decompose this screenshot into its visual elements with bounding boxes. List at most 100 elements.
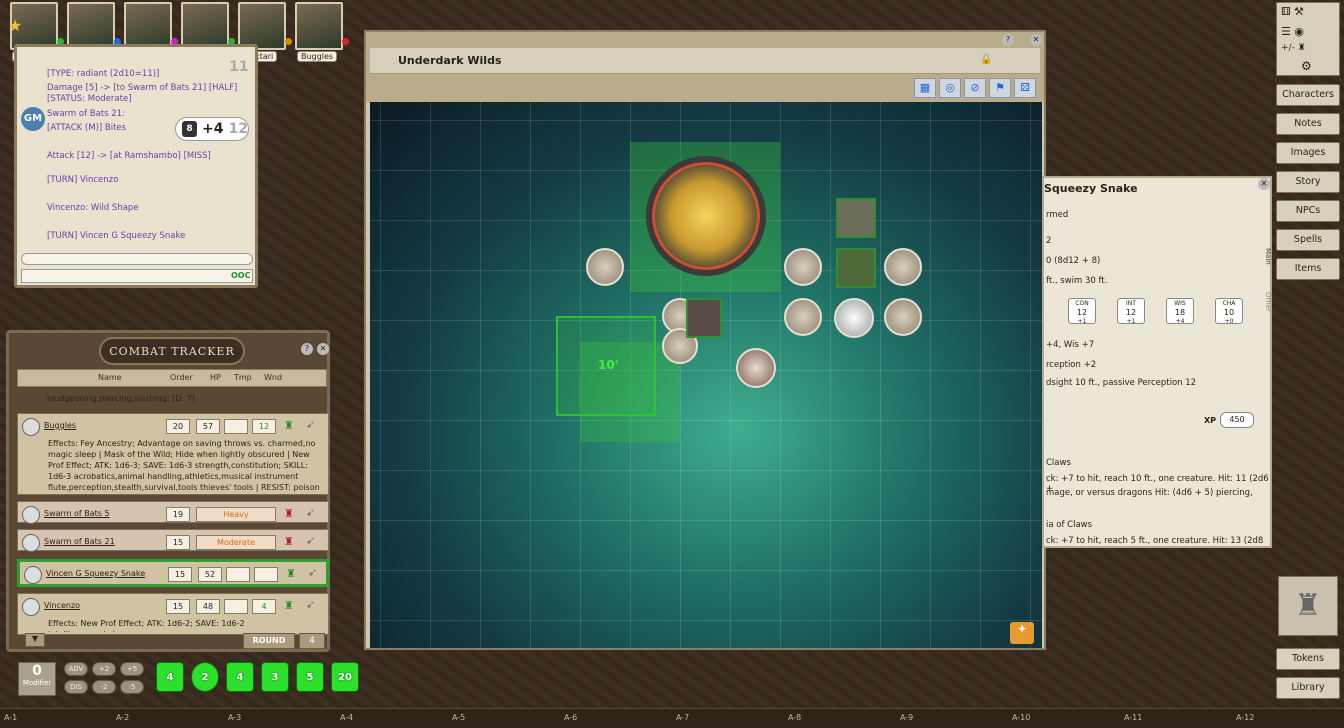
round-value[interactable]: 4 [299,633,325,649]
options-icon[interactable]: ☰ ◉ [1281,25,1304,38]
bat-swarm-token[interactable] [884,248,922,286]
sidebar-npcs[interactable]: NPCs [1276,200,1340,222]
ability-score[interactable]: CHA 10 +0 [1215,298,1243,325]
tracker-name[interactable]: Swarm of Bats 5 [44,509,110,518]
d4-icon[interactable]: 4 [156,662,184,692]
d12-icon[interactable]: 5 [296,662,324,692]
chat-entry[interactable] [21,269,253,283]
character-token[interactable] [736,348,776,388]
hp-field[interactable]: 57 [196,419,220,434]
d20-icon[interactable]: 20 [331,662,359,692]
character-token[interactable] [686,298,722,338]
squeezy-snake-token[interactable] [646,156,766,276]
faction-icon[interactable]: ♜ [284,507,294,520]
modifier-icon[interactable]: +/- ♜ [1281,43,1306,53]
wounds-field[interactable]: 12 [252,419,276,434]
party-member[interactable]: Buggles [295,2,349,62]
ooc-toggle[interactable]: OOC [231,271,250,280]
close-icon[interactable]: ✕ [1030,34,1042,46]
ability-score[interactable]: CON 12 +1 [1068,298,1096,325]
init-order[interactable]: 20 [166,419,190,434]
chat-message: Damage [5] -> [to Swarm of Bats 21] [HAL… [47,83,238,104]
bat-swarm-token[interactable] [884,298,922,336]
target-icon[interactable]: ➹ [308,566,317,579]
character-token[interactable] [836,248,876,288]
tracker-name[interactable]: Vincen G Squeezy Snake [46,569,145,578]
tracker-row[interactable]: Vincenzo 15 48 4 ♜ ➹ Effects: New Prof Effect;… [17,593,329,635]
sidebar-spells[interactable]: Spells [1276,229,1340,251]
faction-icon[interactable]: ♜ [286,567,296,580]
mod-button[interactable]: -5 [120,680,144,694]
character-token[interactable] [834,298,874,338]
no-targeting-icon[interactable]: ⊘ [964,78,986,98]
sidebar-images[interactable]: Images [1276,142,1340,164]
target-icon[interactable]: ➹ [306,506,315,519]
tower-icon[interactable]: ♜ [1278,576,1338,636]
hp-field[interactable]: 52 [198,567,222,582]
tmp-field[interactable] [224,419,248,434]
sidebar-items[interactable]: Items [1276,258,1340,280]
mod-button[interactable]: +5 [120,662,144,676]
sidebar-story[interactable]: Story [1276,171,1340,193]
dice-tools-icon[interactable]: ⚅ ⚒ [1281,5,1304,18]
bat-swarm-token[interactable] [784,298,822,336]
faction-icon[interactable]: ♜ [284,535,294,548]
modifier-box[interactable]: 0 Modifier [18,662,56,696]
flag-icon[interactable]: ⚑ [989,78,1011,98]
close-icon[interactable]: ✕ [317,343,329,355]
bat-swarm-token[interactable] [586,248,624,286]
tracker-row[interactable]: Swarm of Bats 5 19 Heavy ♜ ➹ [17,501,329,524]
map-canvas[interactable]: 10' ✦ [370,102,1042,648]
sidebar-library[interactable]: Library [1276,677,1340,699]
ability-score[interactable]: INT 12 +1 [1117,298,1145,325]
target-icon[interactable]: ➹ [306,598,315,611]
lock-icon[interactable]: 🔒 [980,54,992,65]
d6-icon[interactable]: 2 [191,662,219,692]
tracker-row[interactable]: Swarm of Bats 21 15 Moderate ♜ ➹ [17,529,329,552]
wounds-field[interactable]: 4 [252,599,276,614]
bat-swarm-token[interactable] [784,248,822,286]
map-toolbar: ▦ ◎ ⊘ ⚑ ⚄ [914,78,1036,98]
gear-icon[interactable]: ⚙ [1301,59,1312,73]
d8-icon[interactable]: 4 [226,662,254,692]
close-icon[interactable]: ✕ [1258,178,1270,190]
grid-icon[interactable]: ▦ [914,78,936,98]
sidebar-characters[interactable]: Characters [1276,84,1340,106]
tmp-field[interactable] [224,599,248,614]
init-order[interactable]: 15 [166,535,190,550]
dice-icon[interactable]: ⚄ [1014,78,1036,98]
ability-score[interactable]: WIS 18 +4 [1166,298,1194,325]
target-icon[interactable]: ➹ [306,418,315,431]
wounds-field[interactable] [254,567,278,582]
init-order[interactable]: 19 [166,507,190,522]
d10-icon[interactable]: 3 [261,662,289,692]
tmp-field[interactable] [226,567,250,582]
sidebar-tokens[interactable]: Tokens [1276,648,1340,670]
tracker-row[interactable]: Vincen G Squeezy Snake 15 52 ♜ ➹ [17,559,329,587]
target-icon[interactable]: ➹ [306,534,315,547]
tab-main[interactable]: Main [1264,248,1272,265]
chat-input[interactable] [21,253,253,265]
orange-orb-icon[interactable]: ✦ [1010,622,1034,644]
help-icon[interactable]: ? [301,343,313,355]
target-icon[interactable]: ◎ [939,78,961,98]
mod-button[interactable]: -2 [92,680,116,694]
tracker-name[interactable]: Swarm of Bats 21 [44,537,115,546]
init-order[interactable]: 15 [166,599,190,614]
mod-button[interactable]: ADV [64,662,88,676]
sidebar-notes[interactable]: Notes [1276,113,1340,135]
hp-field[interactable]: 48 [196,599,220,614]
tab-other[interactable]: Other [1264,292,1272,312]
faction-icon[interactable]: ♜ [284,419,294,432]
collapse-icon[interactable]: ▼ [25,633,45,647]
tracker-name[interactable]: Buggles [44,421,76,430]
tracker-name[interactable]: Vincenzo [44,601,80,610]
init-order[interactable]: 15 [168,567,192,582]
tracker-row[interactable]: Buggles 20 57 12 ♜ ➹ Effects: Fey Ancestry; Ad… [17,413,329,495]
mod-button[interactable]: DIS [64,680,88,694]
help-icon[interactable]: ? [1002,34,1014,46]
character-token[interactable] [836,198,876,238]
xp-value[interactable]: 450 [1220,412,1254,428]
faction-icon[interactable]: ♜ [284,599,294,612]
mod-button[interactable]: +2 [92,662,116,676]
